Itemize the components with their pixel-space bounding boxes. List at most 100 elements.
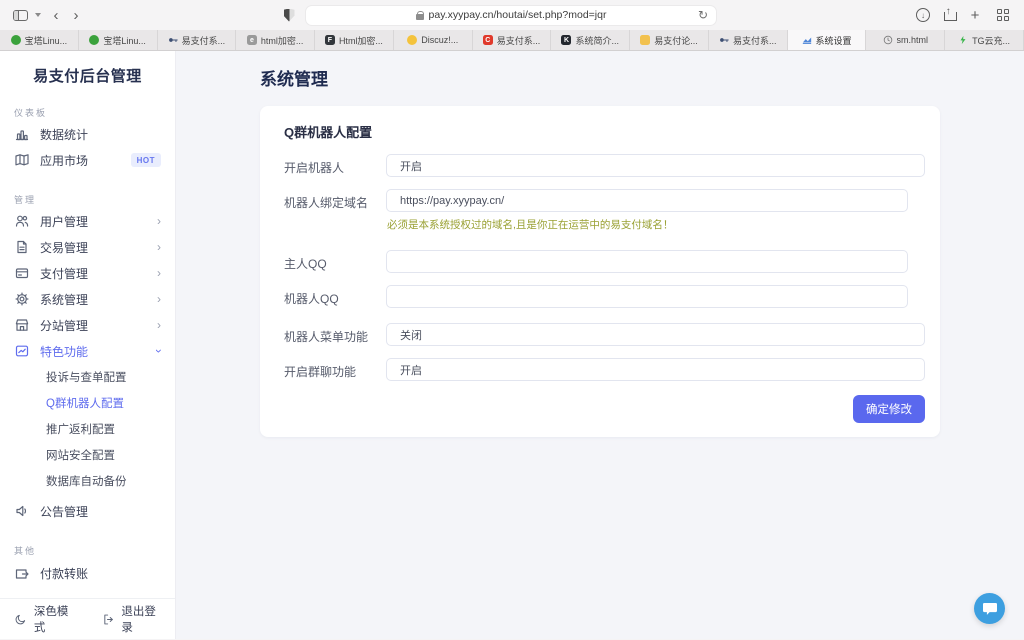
- field-label: 机器人绑定域名: [284, 189, 386, 211]
- csdn-icon: [483, 35, 493, 45]
- sidebar: 易支付后台管理 仪表板 数据统计 应用市场 HOT 管理 用户管理 › 交易管理›…: [0, 51, 176, 639]
- storefront-icon: [14, 317, 30, 333]
- share-button[interactable]: [940, 0, 958, 30]
- reload-button[interactable]: ↻: [698, 8, 708, 22]
- sidebar-item-label: 付款转账: [40, 565, 88, 582]
- dark-mode-toggle[interactable]: 深色模式: [14, 603, 74, 635]
- browser-tab-system-settings-active[interactable]: 系统设置: [788, 30, 867, 50]
- sidebar-item-label: 系统管理: [40, 291, 88, 308]
- sidebar-item-features[interactable]: 特色功能›: [0, 338, 175, 364]
- browser-tab-system-intro[interactable]: 系统简介...: [551, 30, 630, 50]
- sidebar-item-pay[interactable]: 支付管理›: [0, 260, 175, 286]
- downloads-button[interactable]: ↓: [914, 0, 932, 30]
- shield-icon: [284, 9, 295, 22]
- new-tab-button[interactable]: +: [966, 0, 984, 30]
- form-row-menu-feature: 机器人菜单功能: [284, 323, 925, 346]
- html-encrypt-icon: [247, 35, 257, 45]
- transfer-icon: [14, 566, 30, 582]
- sidebar-item-notice[interactable]: 公告管理: [0, 498, 175, 524]
- sidebar-subitem-qbot-active[interactable]: Q群机器人配置: [0, 390, 175, 416]
- qbot-config-card: Q群机器人配置 开启机器人 机器人绑定域名 必须是本系统授权过的域名,且是你正在…: [260, 106, 940, 437]
- speaker-icon: [14, 503, 30, 519]
- sidebar-item-market[interactable]: 应用市场 HOT: [0, 147, 175, 173]
- chevron-down-icon: [35, 13, 41, 17]
- section-label-other: 其他: [0, 544, 175, 557]
- sidebar-item-label: 数据统计: [40, 126, 88, 143]
- sidebar-subitem-complaint[interactable]: 投诉与查单配置: [0, 364, 175, 390]
- key-icon: [168, 35, 178, 45]
- baota-icon: [89, 35, 99, 45]
- form-actions: 确定修改: [284, 395, 925, 423]
- logout-icon: [102, 612, 115, 627]
- app-title: 易支付后台管理: [0, 65, 175, 86]
- browser-tab-baota-1[interactable]: 宝塔Linu...: [0, 30, 79, 50]
- browser-tab-tg-recharge[interactable]: TG云充...: [945, 30, 1024, 50]
- privacy-shield-icon[interactable]: [282, 0, 296, 30]
- form-row-domain: 机器人绑定域名 必须是本系统授权过的域名,且是你正在运营中的易支付域名！: [284, 189, 925, 235]
- form-row-group-chat: 开启群聊功能: [284, 358, 925, 381]
- yellow-site-icon: [640, 35, 650, 45]
- tab-overview-caret[interactable]: [32, 0, 44, 30]
- form-row-owner-qq: 主人QQ: [284, 250, 925, 273]
- lightning-icon: [958, 35, 968, 45]
- logout-button[interactable]: 退出登录: [102, 603, 162, 635]
- browser-tab-epay-csdn[interactable]: 易支付系...: [473, 30, 552, 50]
- field-label: 机器人QQ: [284, 285, 386, 307]
- field-label: 开启机器人: [284, 154, 386, 176]
- sidebar-item-transfer[interactable]: 付款转账: [0, 559, 175, 588]
- sidebar-item-system[interactable]: 系统管理 ›: [0, 286, 175, 312]
- back-button[interactable]: ‹: [48, 0, 64, 30]
- browser-tab-epay-1[interactable]: 易支付系...: [158, 30, 237, 50]
- chevron-right-icon: ›: [157, 318, 161, 332]
- form-row-enable-bot: 开启机器人: [284, 154, 925, 177]
- feature-trend-icon: [14, 343, 30, 359]
- browser-tab-sm-html[interactable]: sm.html: [866, 30, 945, 50]
- bar-chart-icon: [14, 126, 30, 142]
- menu-feature-select[interactable]: [386, 323, 925, 346]
- url-text: pay.xyypay.cn/houtai/set.php?mod=jqr: [429, 9, 607, 21]
- form-row-bot-qq: 机器人QQ: [284, 285, 925, 308]
- sidebar-item-users[interactable]: 用户管理 ›: [0, 208, 175, 234]
- credit-card-icon: [14, 265, 30, 281]
- chevron-right-icon: ›: [157, 292, 161, 306]
- section-label-manage: 管理: [0, 193, 175, 206]
- browser-tab-epay-2[interactable]: 易支付系...: [709, 30, 788, 50]
- map-icon: [14, 152, 30, 168]
- tab-overview-button[interactable]: [994, 0, 1012, 30]
- owner-qq-input[interactable]: [386, 250, 908, 273]
- chevron-right-icon: ›: [157, 214, 161, 228]
- browser-tab-discuz[interactable]: Discuz!...: [394, 30, 473, 50]
- sidebar-subitem-rebate[interactable]: 推广返利配置: [0, 416, 175, 442]
- chat-fab[interactable]: [974, 593, 1005, 624]
- field-label: 机器人菜单功能: [284, 323, 386, 345]
- submit-button[interactable]: 确定修改: [853, 395, 925, 423]
- tab-strip: 宝塔Linu... 宝塔Linu... 易支付系... html加密... Ht…: [0, 30, 1024, 51]
- field-label: 开启群聊功能: [284, 358, 386, 380]
- sidebar-toggle-button[interactable]: [10, 0, 30, 30]
- sidebar-item-stats[interactable]: 数据统计: [0, 121, 175, 147]
- dark-square-icon: [561, 35, 571, 45]
- lock-icon: [416, 11, 424, 20]
- chat-bubble-icon: [982, 602, 998, 616]
- browser-tab-baota-2[interactable]: 宝塔Linu...: [79, 30, 158, 50]
- sidebar-footer: 深色模式 退出登录: [0, 599, 175, 639]
- sidebar-item-label: 用户管理: [40, 213, 88, 230]
- group-chat-select[interactable]: [386, 358, 925, 381]
- chevron-right-icon: ›: [157, 240, 161, 254]
- sidebar-subitem-security[interactable]: 网站安全配置: [0, 442, 175, 468]
- sidebar-subitem-backup[interactable]: 数据库自动备份: [0, 468, 175, 494]
- enable-bot-select[interactable]: [386, 154, 925, 177]
- bot-domain-input[interactable]: [386, 189, 908, 212]
- sidebar-item-branch[interactable]: 分站管理›: [0, 312, 175, 338]
- browser-tab-html-encrypt-1[interactable]: html加密...: [236, 30, 315, 50]
- browser-tab-epay-forum[interactable]: 易支付论...: [630, 30, 709, 50]
- clock-icon: [883, 35, 893, 45]
- url-bar[interactable]: pay.xyypay.cn/houtai/set.php?mod=jqr ↻: [305, 5, 717, 26]
- sidebar-item-trades[interactable]: 交易管理›: [0, 234, 175, 260]
- sidebar-item-label: 支付管理: [40, 265, 88, 282]
- section-label-dashboard: 仪表板: [0, 106, 175, 119]
- browser-tab-html-encrypt-2[interactable]: Html加密...: [315, 30, 394, 50]
- bot-qq-input[interactable]: [386, 285, 908, 308]
- hot-badge: HOT: [131, 153, 161, 167]
- document-icon: [14, 239, 30, 255]
